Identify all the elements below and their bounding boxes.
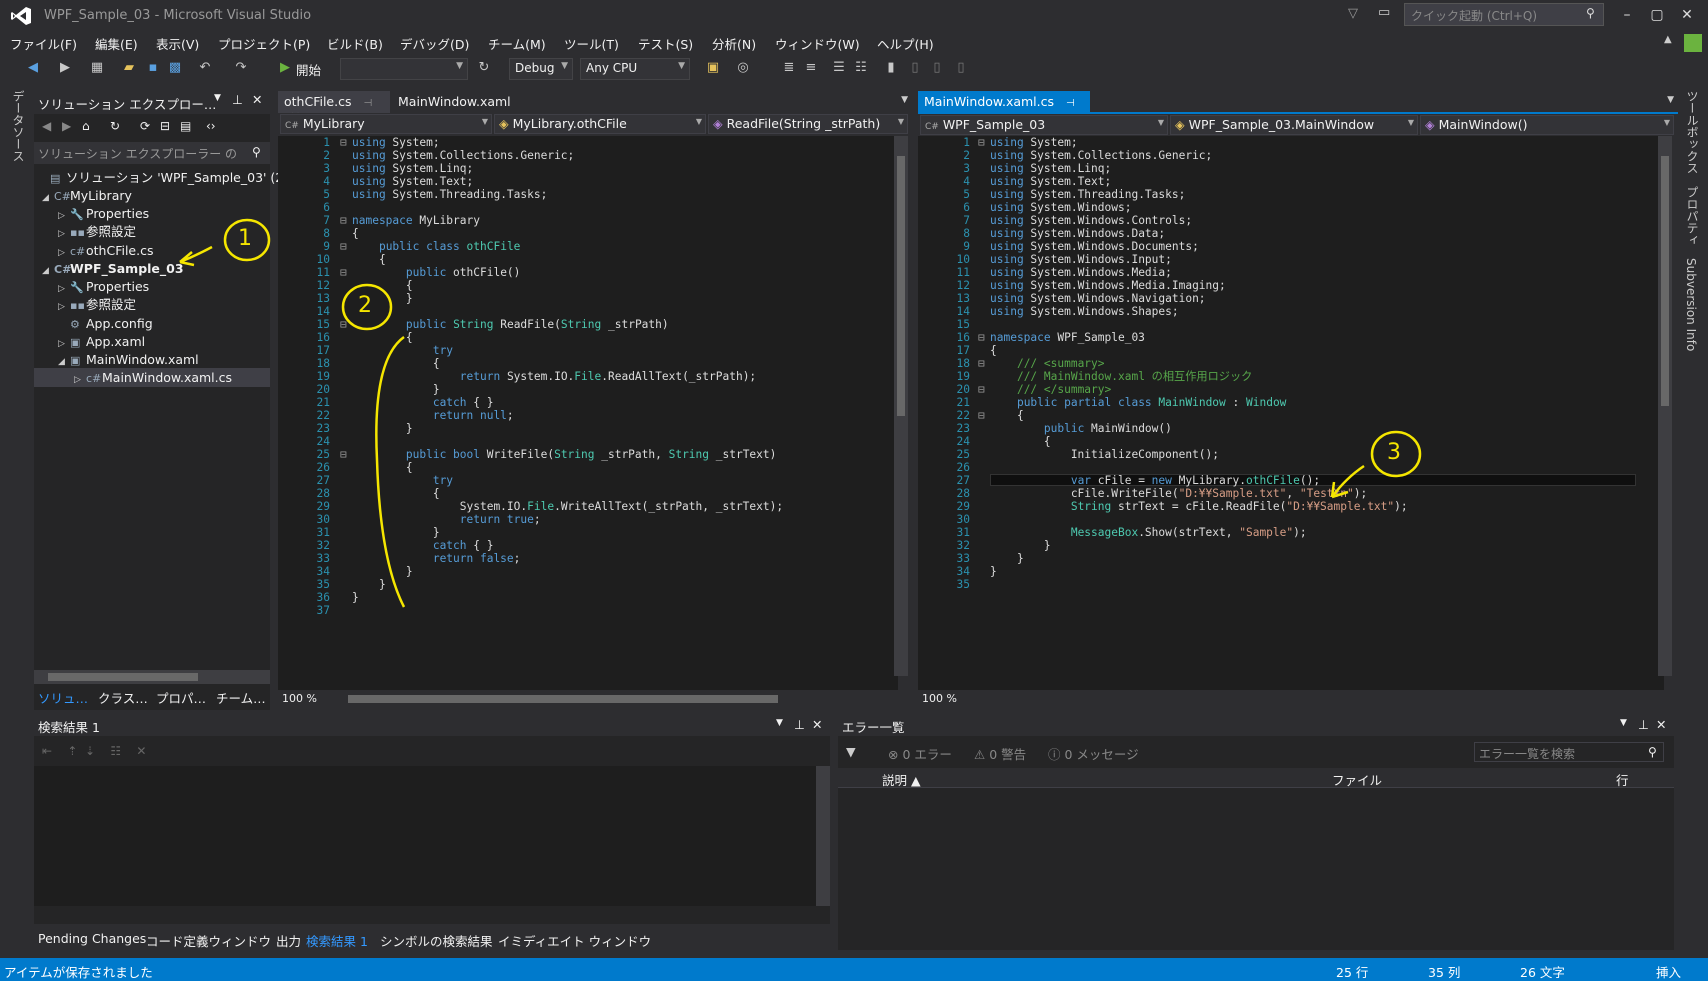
annotation-label-1: 1 xyxy=(238,226,252,251)
annotation-label-3: 3 xyxy=(1387,440,1401,465)
yellow-annotations xyxy=(179,218,1422,608)
annotation-label-2: 2 xyxy=(358,293,372,318)
